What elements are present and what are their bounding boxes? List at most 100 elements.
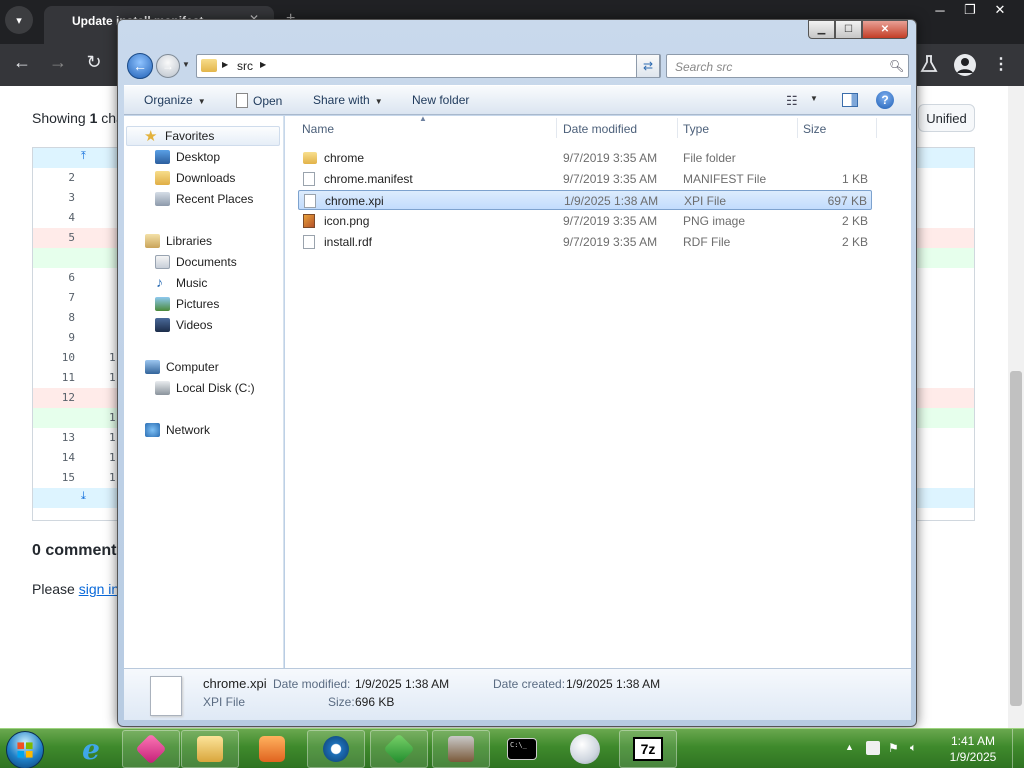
views-icon[interactable]: ☷ xyxy=(786,93,798,109)
labs-flask-icon[interactable] xyxy=(919,54,939,74)
page-scroll-thumb[interactable] xyxy=(1010,371,1022,706)
file-row[interactable]: icon.png 9/7/2019 3:35 AM PNG image 2 KB xyxy=(298,211,872,231)
nav-pictures[interactable]: Pictures xyxy=(124,294,282,314)
libraries-icon xyxy=(145,234,160,248)
column-divider[interactable] xyxy=(876,118,877,138)
maximize-button[interactable]: ☐ xyxy=(835,20,862,39)
nav-music-label: Music xyxy=(176,276,208,290)
browser-icon xyxy=(323,736,349,762)
forward-button[interactable]: → xyxy=(156,54,180,78)
show-desktop-button[interactable] xyxy=(1012,729,1024,768)
network-tray-icon[interactable] xyxy=(866,741,880,755)
column-date-modified[interactable]: Date modified xyxy=(563,122,637,136)
taskbar-app-4[interactable] xyxy=(556,730,614,768)
system-tray: ⚑ 🔈︎ xyxy=(866,741,924,755)
tab-search-button[interactable]: ▾ xyxy=(5,6,33,34)
nav-documents[interactable]: Documents xyxy=(124,252,282,272)
menu-kebab-icon[interactable]: ⋮ xyxy=(993,54,1009,74)
folder-icon xyxy=(197,736,223,762)
file-row[interactable]: chrome 9/7/2019 3:35 AM File folder xyxy=(298,148,872,168)
showing-changes-text: Showing 1 cha xyxy=(32,110,124,126)
nav-downloads[interactable]: Downloads xyxy=(124,168,282,188)
column-type[interactable]: Type xyxy=(683,122,709,136)
search-icon[interactable]: 🔍︎ xyxy=(889,59,904,73)
column-divider[interactable] xyxy=(677,118,678,138)
expand-down-icon[interactable]: ⤓ xyxy=(81,490,86,503)
taskbar-file-explorer[interactable] xyxy=(181,730,239,768)
help-icon[interactable]: ? xyxy=(876,91,894,109)
nav-downloads-label: Downloads xyxy=(176,171,236,185)
nav-libraries[interactable]: Libraries xyxy=(124,231,282,251)
detail-date-created-label: Date created: xyxy=(493,677,566,691)
taskbar-browser[interactable] xyxy=(307,730,365,768)
taskbar-app-3[interactable] xyxy=(432,730,490,768)
back-icon[interactable]: ← xyxy=(10,52,34,73)
command-bar: Organize ▼ Open Share with ▼ New folder ☷ … xyxy=(124,85,911,115)
page-scrollbar[interactable] xyxy=(1008,86,1024,730)
internet-explorer-icon: e xyxy=(82,732,100,766)
file-row[interactable]: chrome.xpi 1/9/2025 1:38 AM XPI File 697 KB xyxy=(298,190,872,210)
reload-icon[interactable]: ↻ xyxy=(82,52,106,73)
column-divider[interactable] xyxy=(556,118,557,138)
file-name: chrome.xpi xyxy=(325,194,384,208)
clock[interactable]: 1:41 AM 1/9/2025 xyxy=(943,733,1003,765)
profile-avatar-icon[interactable] xyxy=(954,54,976,76)
nav-videos[interactable]: Videos xyxy=(124,315,282,335)
showing-count: 1 xyxy=(89,110,98,126)
file-row[interactable]: install.rdf 9/7/2019 3:35 AM RDF File 2 KB xyxy=(298,232,872,252)
nav-favorites[interactable]: Favorites ★ xyxy=(126,126,280,146)
nav-network[interactable]: Network xyxy=(124,420,282,440)
address-bar[interactable]: ▶ src ▶ ▼ xyxy=(196,54,708,78)
nav-music[interactable]: ♪ Music xyxy=(124,273,282,293)
taskbar-internet-explorer[interactable]: e xyxy=(62,730,120,768)
nav-local-disk[interactable]: Local Disk (C:) xyxy=(124,378,282,398)
navigation-pane: Favorites ★ Desktop Downloads Recent Pla… xyxy=(124,116,284,668)
show-hidden-icons-icon[interactable]: ▲ xyxy=(845,742,854,752)
column-name[interactable]: Name xyxy=(302,122,334,136)
image-icon xyxy=(303,214,315,228)
file-row[interactable]: chrome.manifest 9/7/2019 3:35 AM MANIFEST … xyxy=(298,169,872,189)
start-button[interactable] xyxy=(6,731,44,768)
breadcrumb-arrow-icon[interactable]: ▶ xyxy=(222,60,228,69)
recent-pages-dropdown-icon[interactable]: ▼ xyxy=(182,60,190,69)
nav-desktop[interactable]: Desktop xyxy=(124,147,282,167)
restore-icon[interactable]: ❐ xyxy=(955,0,985,20)
column-divider[interactable] xyxy=(797,118,798,138)
refresh-button[interactable]: ⇄ xyxy=(636,54,660,78)
back-button[interactable]: ← xyxy=(127,53,153,79)
nav-computer[interactable]: Computer xyxy=(124,357,282,377)
file-list-pane: ▲ Name Date modified Type Size chrome 9/7… xyxy=(285,114,911,668)
unified-view-button[interactable]: Unified xyxy=(918,104,975,132)
diff-line-number: 3 xyxy=(68,191,75,204)
breadcrumb-src[interactable]: src xyxy=(237,59,253,73)
taskbar-app-1[interactable] xyxy=(122,730,180,768)
share-with-button[interactable]: Share with ▼ xyxy=(313,93,383,107)
new-folder-button[interactable]: New folder xyxy=(412,93,469,107)
taskbar-media-player[interactable] xyxy=(243,730,301,768)
breadcrumb-arrow-icon[interactable]: ▶ xyxy=(260,60,266,69)
volume-muted-icon[interactable]: 🔈︎ xyxy=(910,741,924,755)
nav-recent-places[interactable]: Recent Places xyxy=(124,189,282,209)
taskbar-7zip[interactable]: 7z xyxy=(619,730,677,768)
taskbar-app-2[interactable] xyxy=(370,730,428,768)
preview-pane-icon[interactable] xyxy=(842,93,858,107)
close-button[interactable]: ✕ xyxy=(862,20,908,39)
signin-link[interactable]: sign in xyxy=(79,581,119,597)
minimize-icon[interactable]: ─ xyxy=(925,0,955,20)
forward-icon[interactable]: → xyxy=(46,52,70,73)
close-icon[interactable]: ✕ xyxy=(985,0,1015,20)
open-button[interactable]: Open xyxy=(236,93,282,108)
taskbar-command-prompt[interactable]: C:\_ xyxy=(493,730,551,768)
search-input[interactable]: Search src 🔍︎ xyxy=(666,54,909,78)
file-icon xyxy=(303,235,315,249)
signin-prompt: Please sign in xyxy=(32,581,119,597)
column-size[interactable]: Size xyxy=(803,122,826,136)
chevron-down-icon[interactable]: ▼ xyxy=(810,94,818,103)
nav-computer-label: Computer xyxy=(166,360,219,374)
folder-icon xyxy=(201,59,217,72)
flag-tray-icon[interactable]: ⚑ xyxy=(888,741,902,755)
organize-button[interactable]: Organize ▼ xyxy=(144,93,206,107)
expand-up-icon[interactable]: ⤒ xyxy=(81,150,86,163)
minimize-button[interactable]: ▁ xyxy=(808,20,835,39)
diff-line-number: 15 xyxy=(61,471,75,484)
